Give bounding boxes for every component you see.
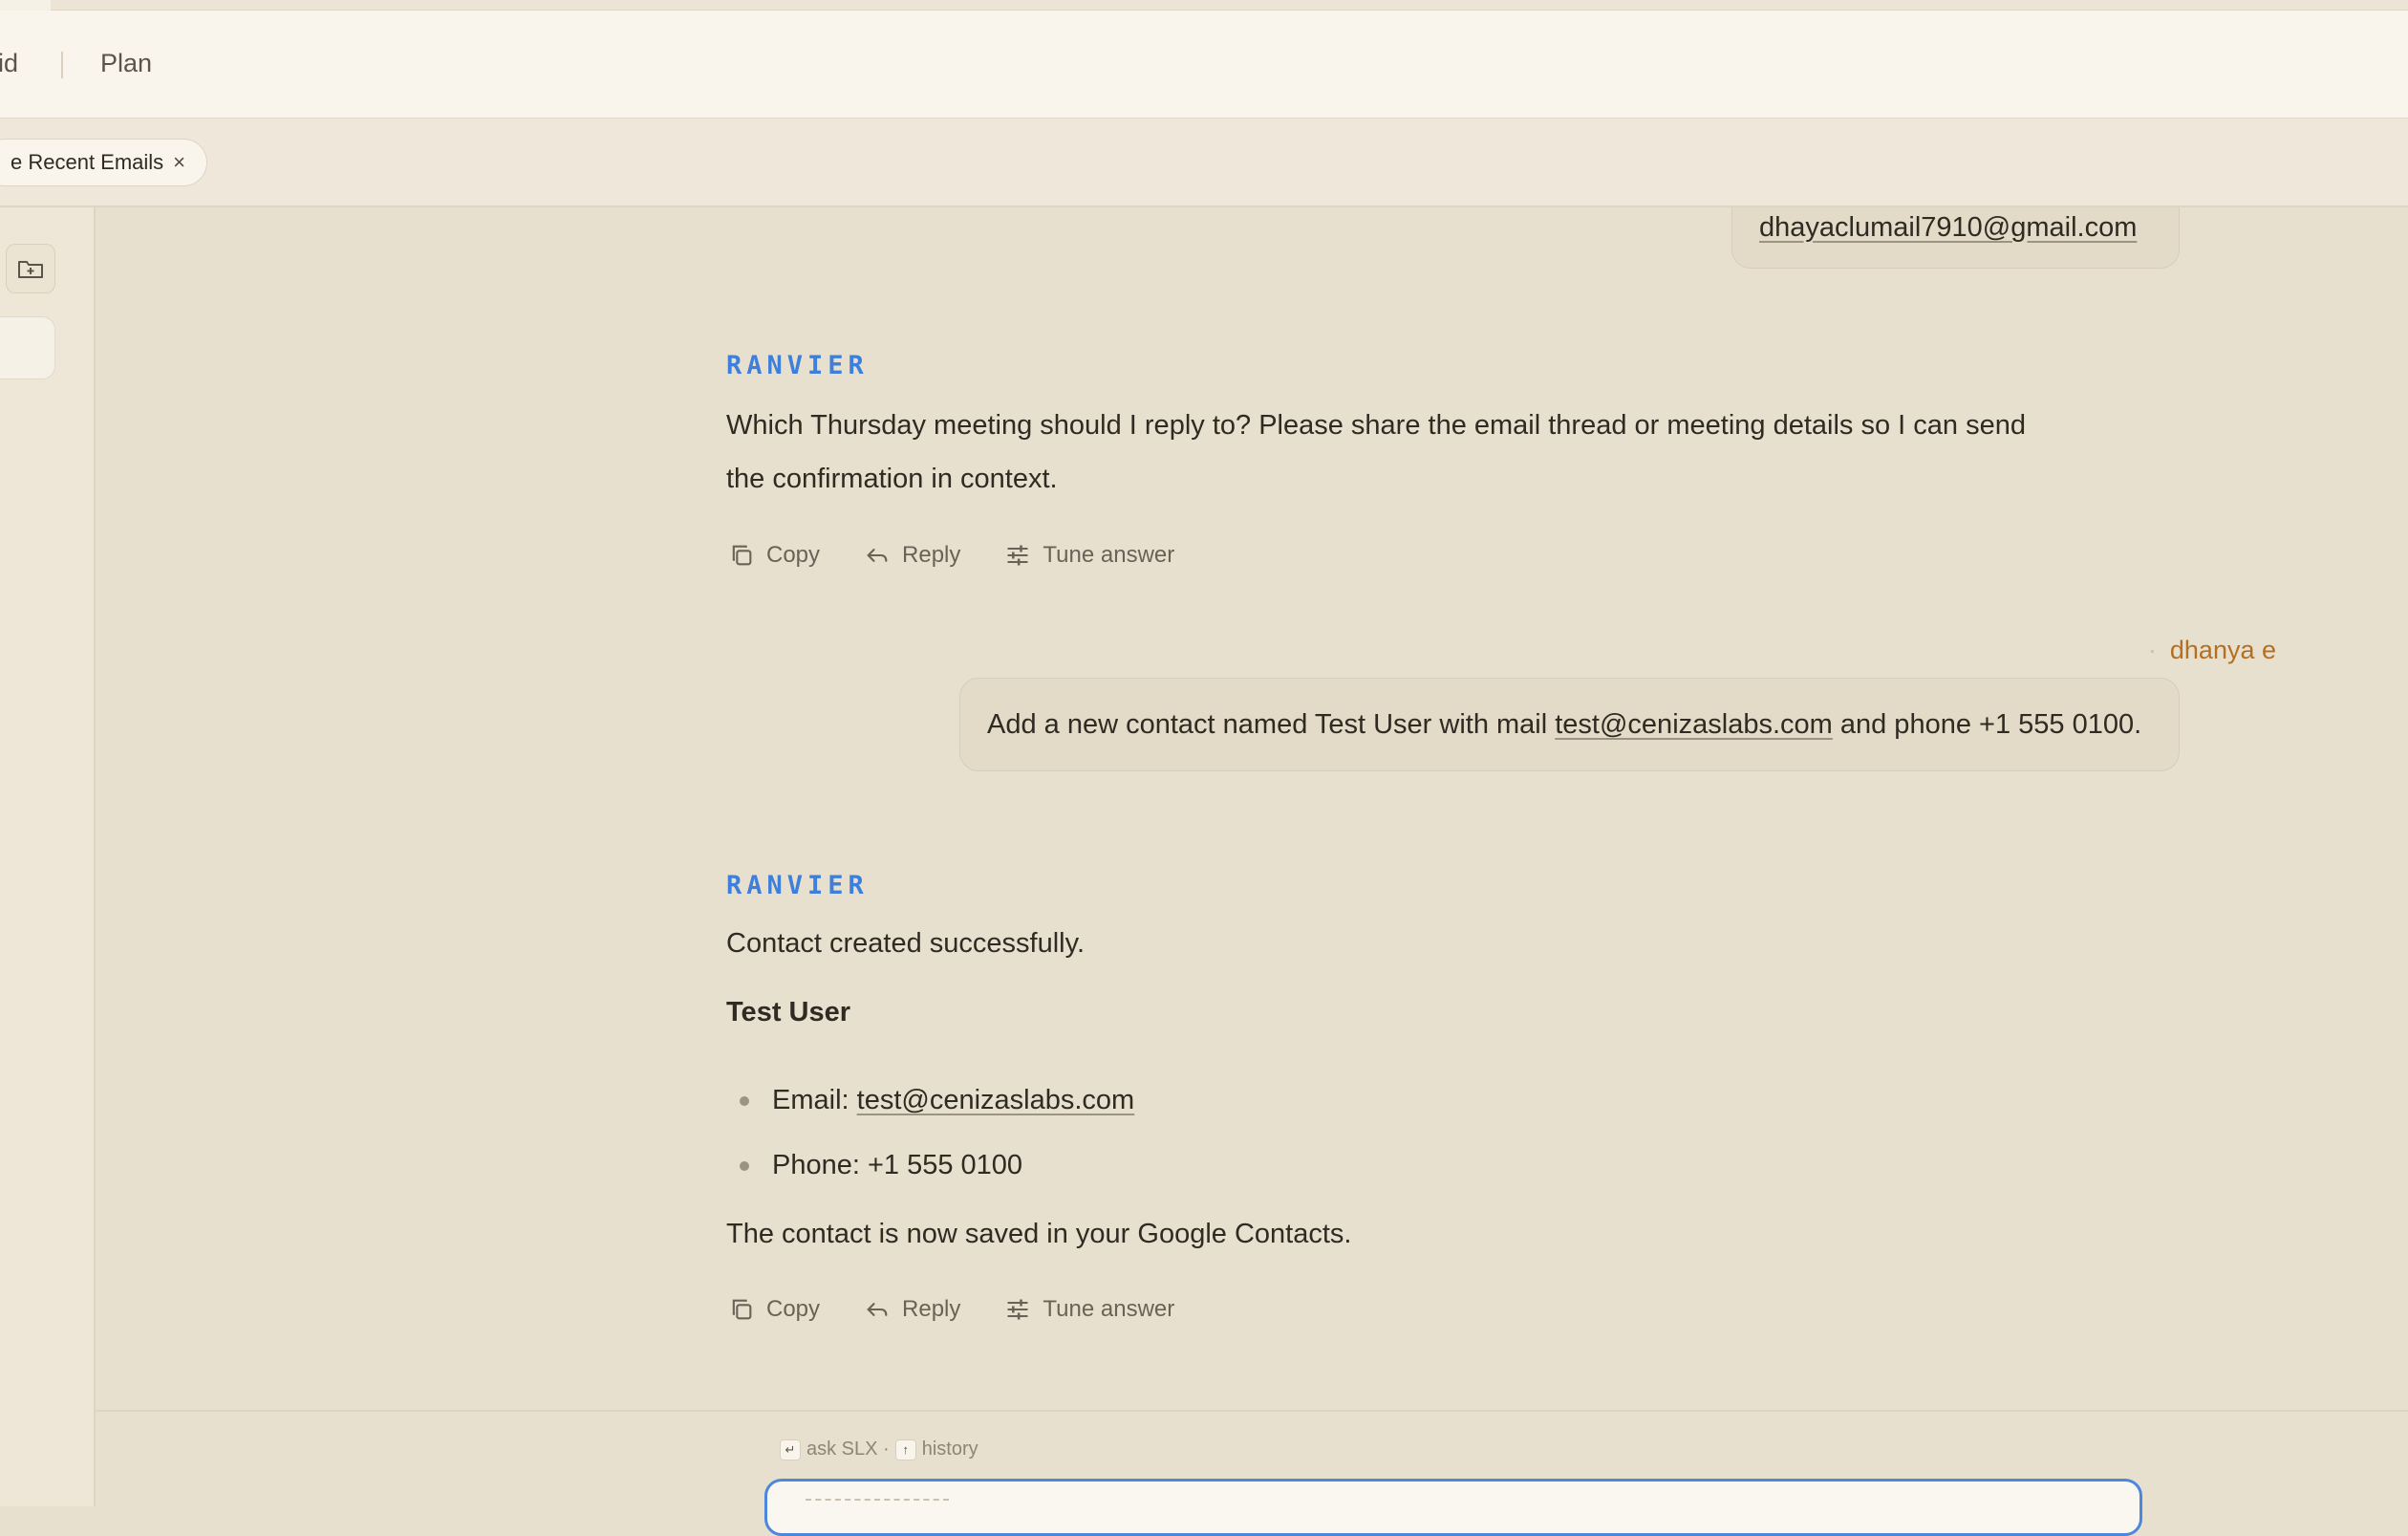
nav-separator <box>61 52 63 78</box>
context-chip-bar: e Recent Emails × <box>0 119 2408 207</box>
reply-icon <box>867 549 888 562</box>
assistant-closing: The contact is now saved in your Google … <box>726 1219 1352 1249</box>
tune-answer-label: Tune answer <box>1043 1296 1175 1322</box>
reply-button[interactable]: Reply <box>864 542 960 569</box>
message-actions: Copy Reply Tune answer <box>728 1296 1174 1323</box>
user-email-link[interactable]: test@cenizaslabs.com <box>1555 709 1833 740</box>
input-placeholder-dash <box>806 1499 949 1501</box>
copy-button[interactable]: Copy <box>728 542 820 569</box>
chat-input[interactable] <box>764 1479 2142 1536</box>
history-hint: history <box>921 1439 978 1460</box>
assistant-message-line: Which Thursday meeting should I reply to… <box>726 410 2026 441</box>
assistant-sender-label: RANVIER <box>726 351 869 380</box>
email-label: Email: <box>772 1085 857 1115</box>
ask-hint: ask SLX · <box>806 1439 890 1460</box>
window-tab[interactable] <box>0 0 51 11</box>
window-top-strip <box>0 0 2408 11</box>
user-message-text: Add a new contact named Test User with m… <box>987 709 2141 741</box>
copy-icon <box>732 545 752 566</box>
tune-answer-label: Tune answer <box>1043 542 1175 568</box>
assistant-intro: Contact created successfully. <box>726 928 1086 959</box>
assistant-message-line: the confirmation in context. <box>726 464 1058 494</box>
copy-label: Copy <box>766 542 821 568</box>
reply-icon <box>867 1303 888 1316</box>
composer-area: ↵ ask SLX · ↑ history <box>96 1410 2408 1536</box>
reply-button[interactable]: Reply <box>864 1296 960 1323</box>
contact-name: Test User <box>726 997 851 1028</box>
context-chip-recent-emails[interactable]: e Recent Emails × <box>0 139 207 186</box>
reply-label: Reply <box>902 1296 961 1322</box>
list-item: Email: test@cenizaslabs.com <box>740 1068 1134 1133</box>
list-item: Phone: +1 555 0100 <box>740 1133 1134 1198</box>
copy-button[interactable]: Copy <box>728 1296 820 1323</box>
chat-area: dhayaclumail7910@gmail.com RANVIER Which… <box>96 207 2408 1410</box>
user-sender-label: · dhanya e <box>2054 636 2276 665</box>
sidebar <box>0 207 96 1506</box>
sliders-icon <box>1007 545 1028 566</box>
separator-dot: · <box>2147 636 2157 664</box>
keyboard-hints: ↵ ask SLX · ↑ history <box>780 1439 978 1460</box>
user-name: dhanya e <box>2169 636 2276 664</box>
reply-label: Reply <box>902 542 961 568</box>
sliders-icon <box>1007 1299 1028 1320</box>
enter-key-icon: ↵ <box>780 1439 801 1460</box>
assistant-sender-label: RANVIER <box>726 871 869 900</box>
message-actions: Copy Reply Tune answer <box>728 542 1174 569</box>
user-message-bubble: Add a new contact named Test User with m… <box>959 678 2180 771</box>
new-folder-button[interactable] <box>6 244 55 293</box>
nav-item-id[interactable]: id <box>0 49 18 78</box>
top-header: id Plan <box>0 11 2408 119</box>
contact-details-list: Email: test@cenizaslabs.com Phone: +1 55… <box>740 1068 1134 1198</box>
assistant-message-text: Which Thursday meeting should I reply to… <box>726 399 2026 506</box>
chip-label: e Recent Emails <box>11 150 164 174</box>
close-icon[interactable]: × <box>173 150 185 175</box>
copy-label: Copy <box>766 1296 821 1322</box>
nav-item-plan[interactable]: Plan <box>100 49 152 78</box>
previous-user-message: dhayaclumail7910@gmail.com <box>1731 207 2180 269</box>
user-text-part: and phone +1 555 0100. <box>1832 708 2142 740</box>
arrow-up-key-icon: ↑ <box>894 1439 916 1460</box>
folder-plus-icon <box>18 261 43 278</box>
contact-email-link[interactable]: test@cenizaslabs.com <box>857 1085 1135 1115</box>
previous-user-email[interactable]: dhayaclumail7910@gmail.com <box>1759 212 2137 243</box>
tune-answer-button[interactable]: Tune answer <box>1004 1296 1174 1323</box>
user-text-part: Add a new contact named Test User with m… <box>987 708 1556 740</box>
sidebar-card[interactable] <box>0 316 55 379</box>
tune-answer-button[interactable]: Tune answer <box>1004 542 1174 569</box>
copy-icon <box>732 1299 752 1320</box>
